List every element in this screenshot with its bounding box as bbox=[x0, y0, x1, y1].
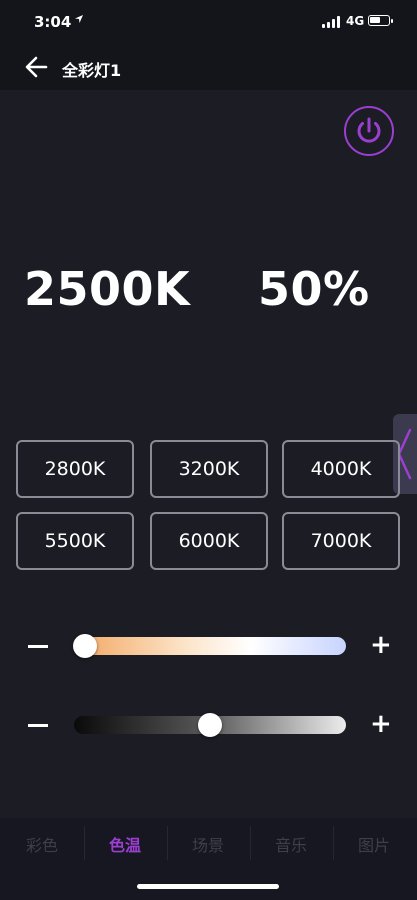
nav-bar: 全彩灯1 bbox=[0, 44, 417, 90]
preset-button[interactable]: 2800K bbox=[16, 440, 134, 498]
preset-button[interactable]: 4000K bbox=[282, 440, 400, 498]
tab-color-temp[interactable]: 色温 bbox=[90, 832, 160, 856]
preset-button[interactable]: 5500K bbox=[16, 512, 134, 570]
tab-divider bbox=[333, 826, 334, 860]
tab-divider bbox=[84, 826, 85, 860]
tab-music[interactable]: 音乐 bbox=[256, 832, 326, 856]
color-temp-slider[interactable] bbox=[72, 634, 346, 658]
battery-icon bbox=[368, 15, 393, 26]
brightness-increase-button[interactable]: + bbox=[370, 711, 392, 737]
brightness-slider[interactable] bbox=[74, 713, 346, 737]
tab-scene[interactable]: 场景 bbox=[173, 832, 243, 856]
home-indicator bbox=[137, 884, 279, 889]
status-time: 3:04 bbox=[34, 13, 72, 31]
brightness-decrease-button[interactable] bbox=[28, 724, 48, 727]
preset-button[interactable]: 6000K bbox=[150, 512, 268, 570]
location-arrow-icon bbox=[75, 15, 83, 23]
network-type: 4G bbox=[346, 14, 365, 28]
tab-picture[interactable]: 图片 bbox=[339, 832, 409, 856]
power-icon bbox=[357, 117, 381, 143]
temp-increase-button[interactable]: + bbox=[370, 632, 392, 658]
power-button[interactable] bbox=[344, 106, 394, 156]
arrow-left-icon[interactable] bbox=[24, 54, 50, 80]
tab-divider bbox=[167, 826, 168, 860]
preset-button[interactable]: 3200K bbox=[150, 440, 268, 498]
page-title: 全彩灯1 bbox=[62, 61, 122, 80]
preset-button[interactable]: 7000K bbox=[282, 512, 400, 570]
tab-divider bbox=[250, 826, 251, 860]
color-temp-thumb[interactable] bbox=[72, 634, 97, 658]
status-bar: 3:04 4G bbox=[0, 0, 417, 44]
brightness-value: 50% bbox=[258, 262, 370, 316]
signal-icon bbox=[322, 16, 340, 28]
color-temp-value: 2500K bbox=[24, 262, 191, 316]
temp-decrease-button[interactable] bbox=[28, 645, 48, 648]
brightness-thumb[interactable] bbox=[198, 713, 222, 737]
tab-color[interactable]: 彩色 bbox=[7, 832, 77, 856]
